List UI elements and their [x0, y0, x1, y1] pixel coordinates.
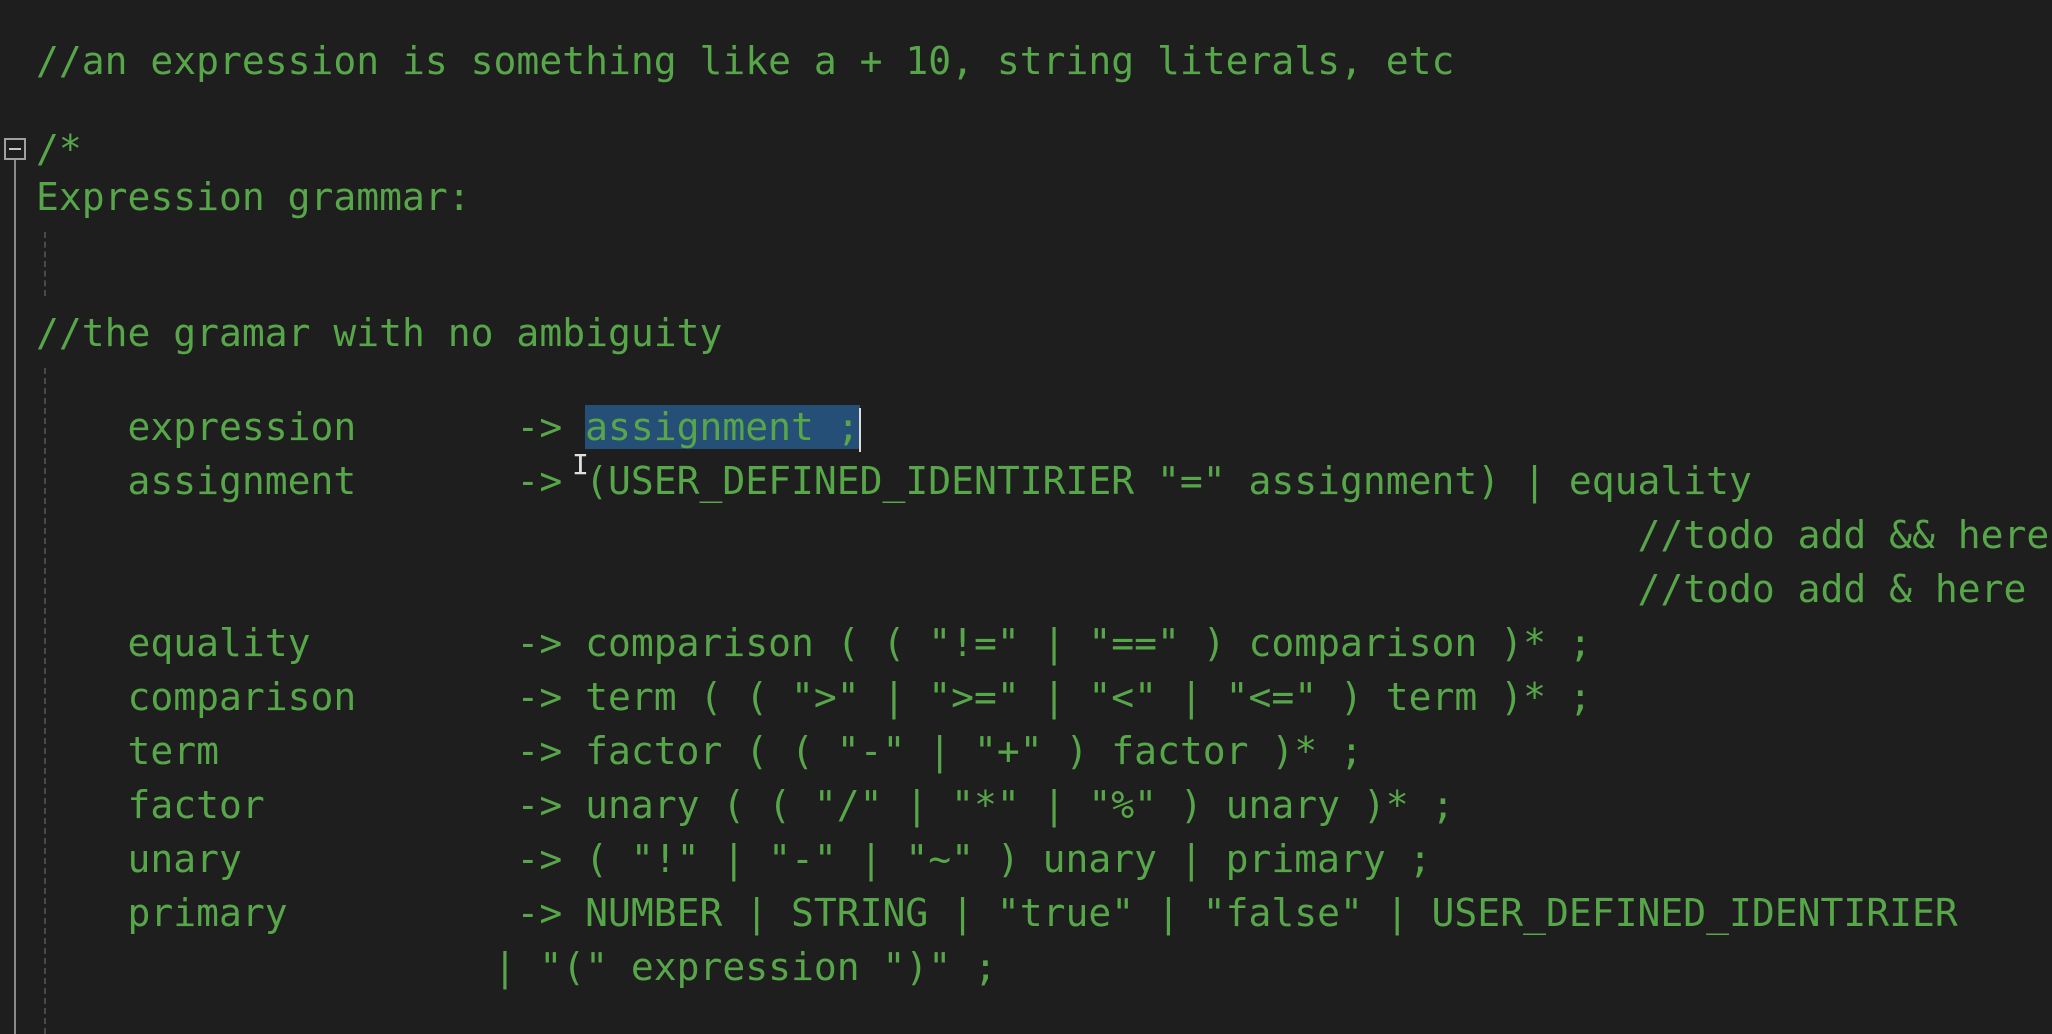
code-line[interactable]: expression -> assignment ; [36, 400, 861, 454]
code-line[interactable]: factor -> unary ( ( "/" | "*" | "%" ) un… [36, 778, 1455, 832]
code-line[interactable]: //an expression is something like a + 10… [36, 34, 1454, 88]
code-line[interactable]: unary -> ( "!" | "-" | "~" ) unary | pri… [36, 832, 1432, 886]
fold-region-line [14, 160, 16, 1034]
code-line[interactable]: equality -> comparison ( ( "!=" | "==" )… [36, 616, 1592, 670]
indent-guide [44, 232, 46, 296]
code-line[interactable]: comparison -> term ( ( ">" | ">=" | "<" … [36, 670, 1592, 724]
selected-text[interactable]: assignment ; [585, 405, 860, 449]
code-text: expression -> [36, 405, 586, 449]
code-line[interactable]: //the gramar with no ambiguity [36, 306, 722, 360]
code-editor[interactable]: //an expression is something like a + 10… [0, 0, 2052, 1034]
code-line[interactable]: term -> factor ( ( "-" | "+" ) factor )*… [36, 724, 1363, 778]
code-line[interactable]: primary -> NUMBER | STRING | "true" | "f… [36, 886, 1958, 940]
code-line[interactable]: /* [36, 122, 82, 176]
text-cursor-ibeam-icon: I [572, 448, 589, 481]
code-line[interactable]: | "(" expression ")" ; [36, 940, 997, 994]
code-line[interactable]: //todo add & here ? [36, 562, 2052, 616]
code-line[interactable]: assignment -> (USER_DEFINED_IDENTIRIER "… [36, 454, 1752, 508]
code-line[interactable]: Expression grammar: [36, 170, 471, 224]
text-caret [858, 407, 861, 452]
code-line[interactable]: //todo add && here [36, 508, 2049, 562]
collapse-minus-icon[interactable] [4, 138, 26, 160]
